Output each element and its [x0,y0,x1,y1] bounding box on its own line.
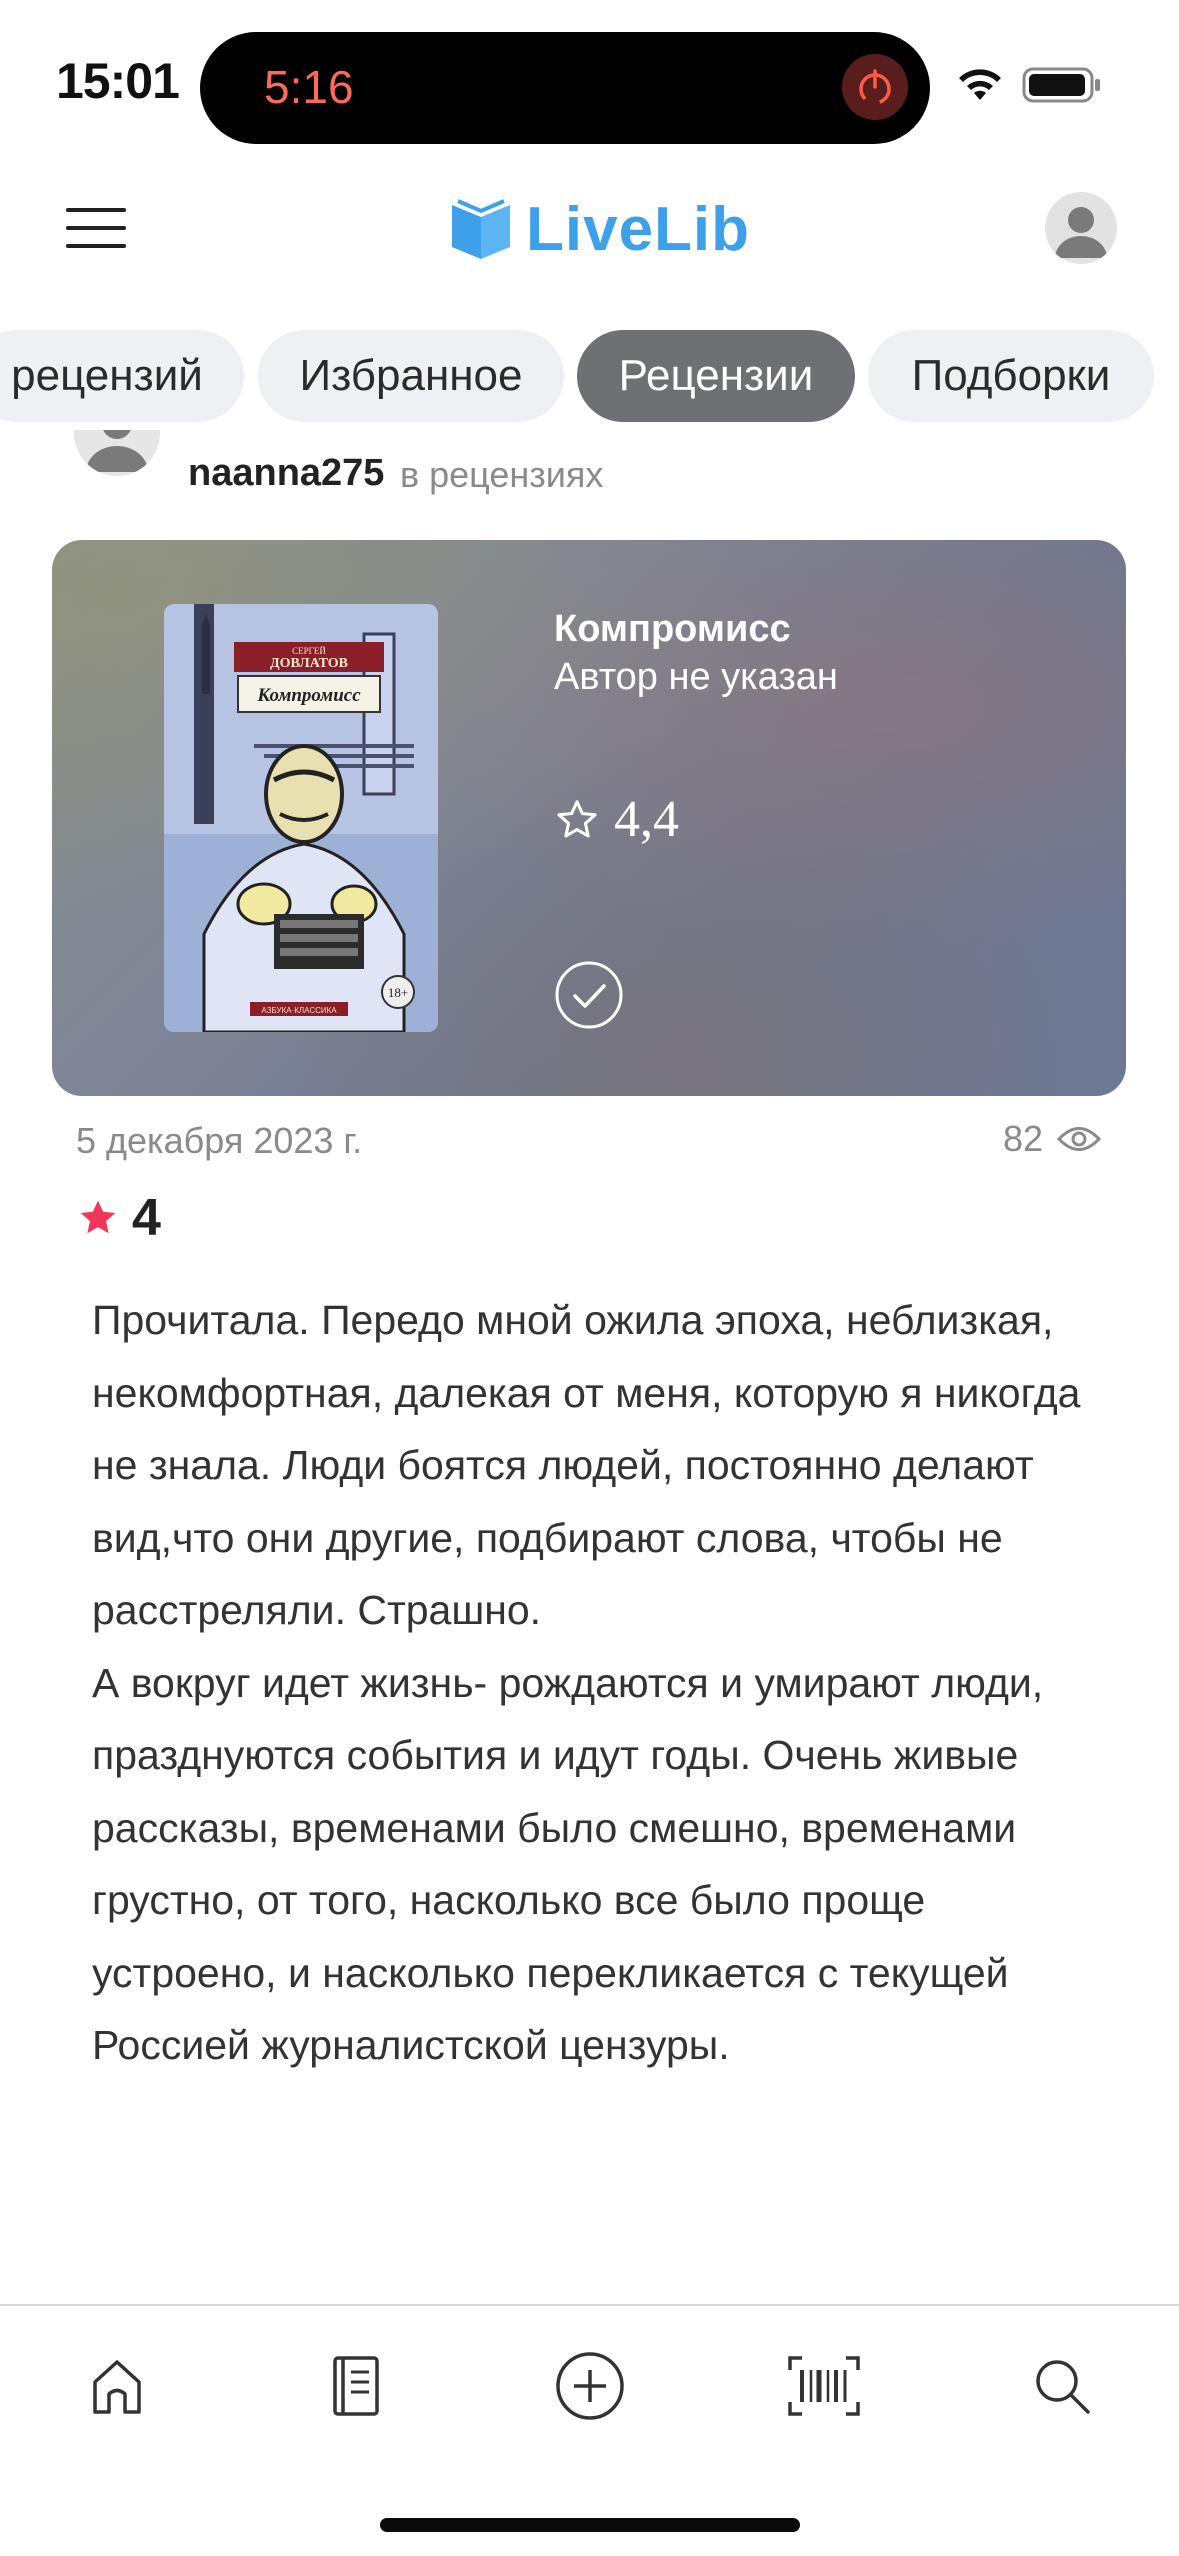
logo-book-icon [452,198,510,259]
status-time: 15:01 [56,53,180,109]
views-count: 82 [1002,1118,1043,1159]
book-list-icon[interactable] [315,2346,395,2426]
bottom-nav [0,2304,1179,2456]
review-paragraph: А вокруг идет жизнь- рождаются и умирают… [92,1659,1044,2069]
barcode-scan-icon[interactable] [784,2346,864,2426]
dynamic-island[interactable]: 5:16 [200,32,930,144]
review-author-row[interactable]: naanna275 в рецензиях [0,430,1179,520]
book-author: Автор не указан [554,656,838,698]
read-check-icon[interactable] [554,960,624,1030]
book-rating-value: 4,4 [614,791,679,848]
author-avatar[interactable] [74,430,160,476]
menu-icon[interactable] [66,208,126,252]
tab-favorites[interactable]: Избранное [258,330,564,422]
tab-bar: рецензий Избранное Рецензии Подборки [0,330,1179,422]
cover-author-line1: СЕРГЕЙ [292,646,326,656]
add-circle-icon[interactable] [550,2346,630,2426]
book-rating: 4,4 [554,790,679,849]
author-context: в рецензиях [400,454,604,495]
views-counter: 82 [1003,1118,1101,1160]
author-name[interactable]: naanna275 [188,452,384,495]
wifi-icon [959,69,1001,100]
cover-series: АЗБУКА·КЛАССИКА [261,1006,337,1015]
power-icon[interactable] [842,54,908,120]
logo[interactable]: LiveLib [448,194,750,265]
tab-reviews[interactable]: Рецензии [577,330,855,422]
logo-text: LiveLib [526,195,751,264]
home-indicator[interactable] [380,2518,800,2532]
user-rating-value: 4 [132,1189,161,1247]
book-card[interactable]: СЕРГЕЙ ДОВЛАТОВ Компромисс 18+ АЗБУКА·КЛ… [52,540,1126,1096]
battery-icon [1022,67,1100,103]
cover-age: 18+ [388,985,408,1000]
eye-icon [1057,1127,1101,1151]
home-icon[interactable] [77,2346,157,2426]
book-cover[interactable]: СЕРГЕЙ ДОВЛАТОВ Компромисс 18+ АЗБУКА·КЛ… [164,604,438,1032]
user-rating: 4 [76,1188,161,1248]
cover-author-line2: ДОВЛАТОВ [270,656,348,671]
review-date: 5 декабря 2023 г. [76,1120,363,1161]
review-text: Прочитала. Передо мной ожила эпоха, небл… [92,1284,1102,2082]
cover-title: Компромисс [256,685,361,706]
star-filled-icon [80,1200,116,1234]
star-outline-icon [557,799,597,837]
search-icon[interactable] [1022,2346,1102,2426]
app-header: LiveLib [0,170,1179,290]
profile-avatar[interactable] [1045,192,1117,264]
tab-reviews-count[interactable]: рецензий [0,330,244,422]
review-paragraph: Прочитала. Передо мной ожила эпоха, небл… [92,1297,1081,1633]
status-bar: 15:01 5:16 [0,0,1179,150]
book-title[interactable]: Компромисс [554,608,791,651]
tab-collections[interactable]: Подборки [868,330,1154,422]
timer-text: 5:16 [264,61,354,113]
